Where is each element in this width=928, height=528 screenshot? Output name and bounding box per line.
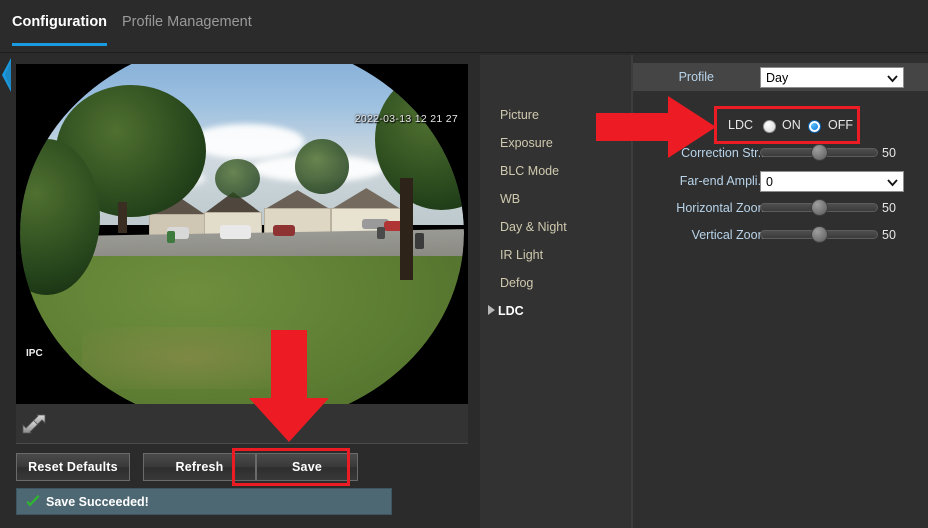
chevron-down-icon bbox=[887, 177, 898, 187]
tab-profile-management[interactable]: Profile Management bbox=[122, 14, 252, 46]
reset-defaults-button[interactable]: Reset Defaults bbox=[16, 453, 130, 481]
tree bbox=[215, 158, 260, 198]
parked-car bbox=[273, 225, 296, 237]
trash-bin bbox=[166, 231, 176, 243]
tree-trunk bbox=[399, 178, 413, 280]
profile-select-value: Day bbox=[766, 70, 789, 85]
vertical-zoom-slider-knob[interactable] bbox=[811, 226, 828, 243]
far-end-amplification-select[interactable]: 0 bbox=[760, 171, 904, 192]
menu-item-exposure[interactable]: Exposure bbox=[500, 136, 553, 150]
menu-item-defog[interactable]: Defog bbox=[500, 276, 533, 290]
horizontal-zoom-value: 50 bbox=[882, 201, 896, 215]
menu-item-blc-mode[interactable]: BLC Mode bbox=[500, 164, 559, 178]
vertical-zoom-label: Vertical Zoom bbox=[691, 228, 768, 242]
horizontal-zoom-slider-knob[interactable] bbox=[811, 199, 828, 216]
status-bar: Save Succeeded! bbox=[16, 488, 392, 515]
chevron-down-icon bbox=[887, 73, 898, 83]
ldc-radio-off[interactable] bbox=[808, 120, 821, 133]
video-toolbar bbox=[16, 404, 468, 444]
trash-bin bbox=[377, 227, 386, 239]
ldc-radio-on-label: ON bbox=[782, 118, 801, 132]
horizontal-zoom-label: Horizontal Zoom bbox=[676, 201, 768, 215]
video-channel-label: IPC bbox=[26, 348, 43, 359]
vertical-zoom-value: 50 bbox=[882, 228, 896, 242]
check-icon bbox=[25, 494, 41, 510]
video-preview[interactable]: 2022-03-13 12 21 27 IPC bbox=[16, 64, 468, 404]
tab-configuration-label: Configuration bbox=[12, 14, 108, 30]
far-end-amplification-label: Far-end Ampli... bbox=[679, 174, 768, 188]
video-timestamp: 2022-03-13 12 21 27 bbox=[354, 113, 458, 125]
ldc-radio-off-label: OFF bbox=[828, 118, 853, 132]
parked-car bbox=[219, 225, 251, 240]
menu-item-ldc[interactable]: LDC bbox=[498, 304, 524, 318]
tab-active-underline bbox=[12, 43, 108, 46]
far-end-amplification-value: 0 bbox=[766, 174, 773, 189]
profile-select[interactable]: Day bbox=[760, 67, 904, 88]
refresh-button[interactable]: Refresh bbox=[143, 453, 256, 481]
menu-item-wb[interactable]: WB bbox=[500, 192, 520, 206]
correction-strength-slider-knob[interactable] bbox=[811, 144, 828, 161]
cloud bbox=[188, 123, 305, 159]
action-button-row: Reset Defaults Refresh Save bbox=[16, 453, 468, 481]
expand-arrows-icon[interactable] bbox=[20, 410, 48, 438]
ldc-label: LDC bbox=[728, 118, 754, 132]
ldc-toggle-row: LDC ON OFF bbox=[718, 110, 860, 143]
correction-strength-value: 50 bbox=[882, 146, 896, 160]
annotation-arrow-right bbox=[596, 96, 716, 163]
chevron-left-icon[interactable] bbox=[0, 58, 11, 92]
menu-item-day-night[interactable]: Day & Night bbox=[500, 220, 567, 234]
tree bbox=[295, 139, 349, 194]
trash-bin bbox=[415, 233, 425, 249]
tab-profile-management-label: Profile Management bbox=[122, 14, 252, 30]
application-window: Configuration Profile Management 2022-03… bbox=[0, 0, 928, 528]
menu-active-caret-icon bbox=[488, 305, 495, 315]
ldc-radio-on[interactable] bbox=[763, 120, 776, 133]
annotation-arrow-down bbox=[249, 330, 329, 447]
status-message: Save Succeeded! bbox=[46, 494, 149, 509]
save-button[interactable]: Save bbox=[256, 453, 358, 481]
tree-trunk bbox=[117, 201, 128, 233]
menu-item-picture[interactable]: Picture bbox=[500, 108, 539, 122]
tab-configuration[interactable]: Configuration bbox=[12, 14, 108, 46]
profile-label: Profile bbox=[678, 70, 714, 84]
tab-bar: Configuration Profile Management bbox=[0, 0, 928, 53]
menu-item-ir-light[interactable]: IR Light bbox=[500, 248, 543, 262]
